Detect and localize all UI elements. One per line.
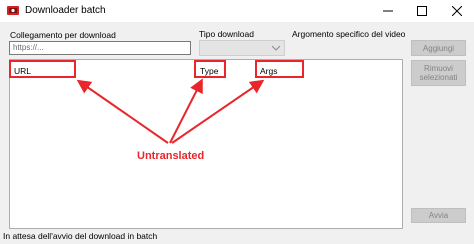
- status-text: In attesa dell'avvio del download in bat…: [3, 231, 158, 241]
- minimize-button[interactable]: [371, 0, 405, 22]
- column-url: URL: [14, 66, 32, 76]
- video-args-input[interactable]: [292, 40, 402, 56]
- app-icon: [7, 6, 19, 15]
- maximize-icon: [417, 6, 427, 16]
- args-label: Argomento specifico del video: [292, 29, 406, 39]
- start-button[interactable]: Avvia: [411, 208, 466, 223]
- download-type-select[interactable]: [199, 40, 285, 56]
- chevron-down-icon: [272, 45, 280, 51]
- url-input[interactable]: https://...: [9, 41, 191, 55]
- maximize-button[interactable]: [405, 0, 439, 22]
- url-label: Collegamento per download: [10, 30, 116, 40]
- remove-button-line2: selezionati: [419, 73, 458, 82]
- window-title: Downloader batch: [25, 5, 106, 16]
- column-args: Args: [260, 66, 278, 76]
- remove-selected-button[interactable]: Rimuovi selezionati: [411, 60, 466, 86]
- download-list[interactable]: URL Type Args: [9, 59, 403, 229]
- close-button[interactable]: [440, 0, 474, 22]
- untranslated-label: Untranslated: [137, 150, 205, 162]
- remove-button-line1: Rimuovi: [424, 64, 453, 73]
- type-label: Tipo download: [199, 29, 254, 39]
- client-area: Collegamento per download Tipo download …: [0, 22, 474, 244]
- title-bar: Downloader batch: [0, 0, 474, 22]
- column-type: Type: [200, 66, 219, 76]
- minimize-icon: [383, 10, 393, 12]
- add-button[interactable]: Aggiungi: [411, 40, 466, 56]
- close-icon: [452, 6, 462, 16]
